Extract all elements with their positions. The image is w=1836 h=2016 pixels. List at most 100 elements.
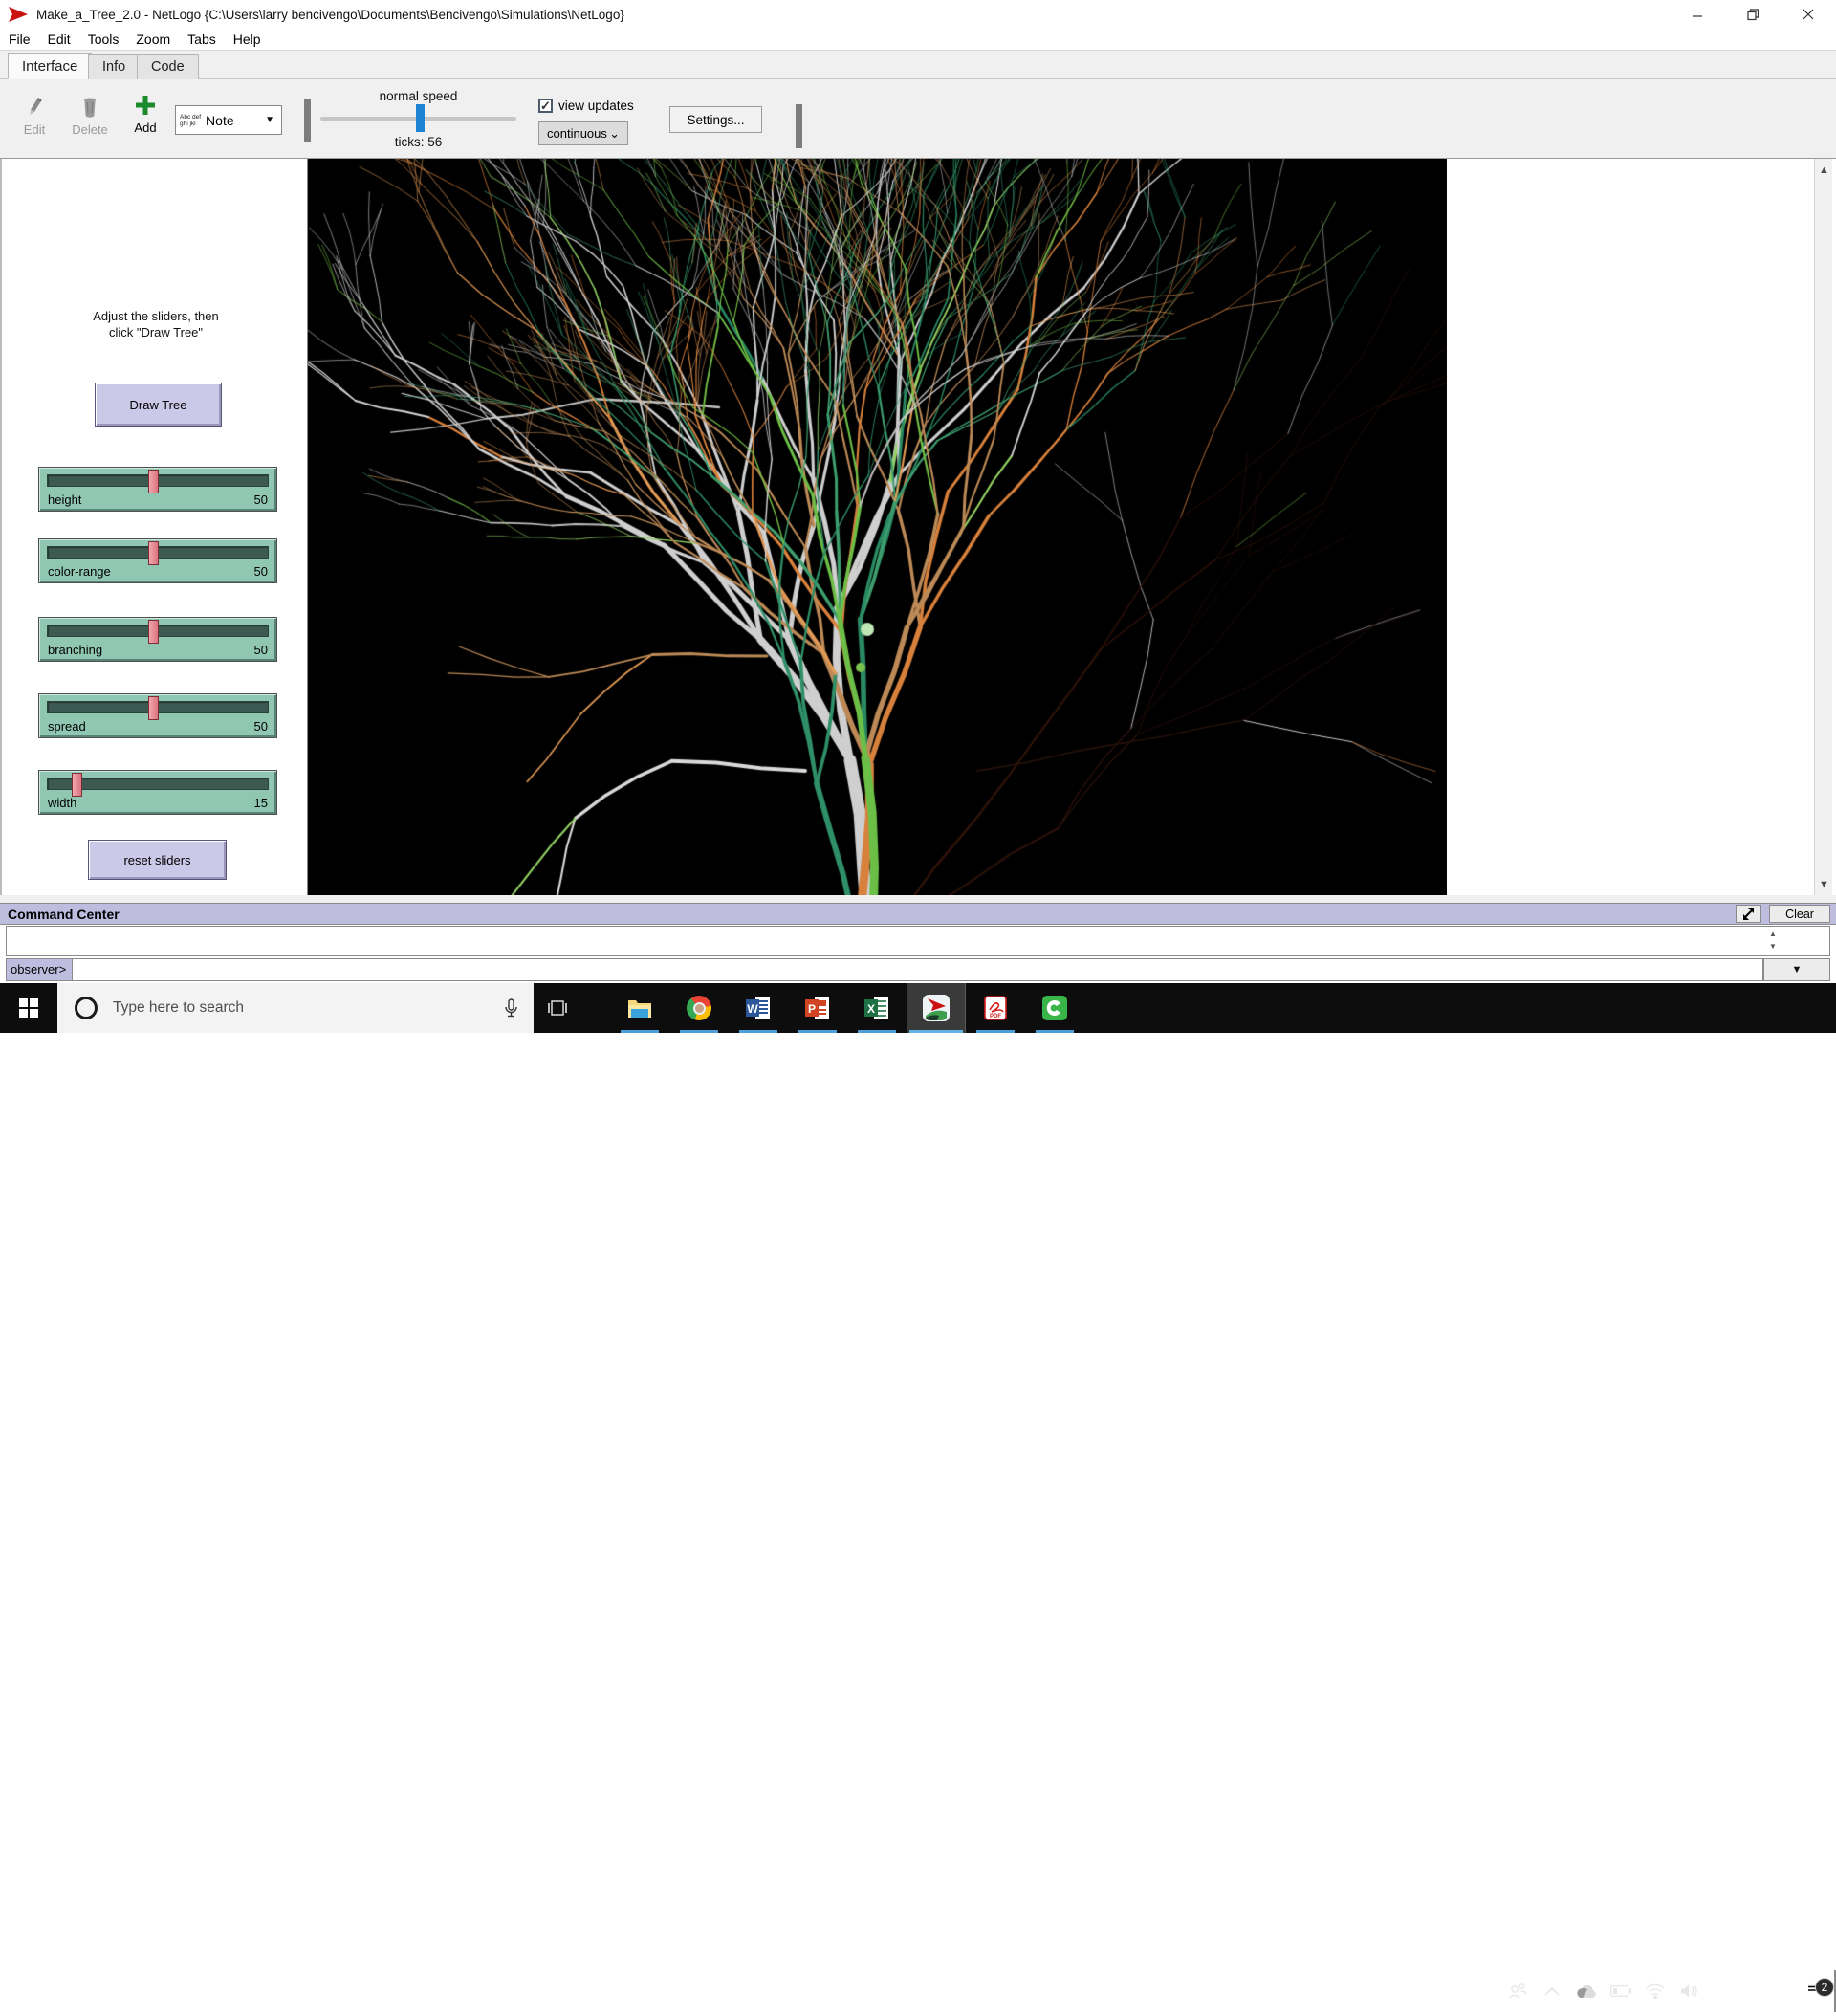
spread-slider[interactable]: spread 50 [38, 693, 277, 738]
scroll-down-icon[interactable]: ▼ [1815, 875, 1833, 893]
slider-handle[interactable] [148, 541, 159, 565]
command-center-splitter[interactable]: ▲ ▼ [0, 895, 1836, 903]
settings-button[interactable]: Settings... [669, 106, 762, 133]
width-slider[interactable]: width15 [38, 770, 277, 815]
taskbar-app-excel[interactable]: X [847, 983, 907, 1033]
slider-handle[interactable] [148, 696, 159, 720]
diagonal-arrows-icon [1742, 908, 1755, 920]
taskbar-search-input[interactable]: Type here to search [57, 983, 534, 1033]
command-history-dropdown[interactable]: ▼ [1763, 958, 1830, 981]
height-slider[interactable]: height 50 [38, 467, 277, 512]
taskbar-app-word[interactable]: W [729, 983, 788, 1033]
powerpoint-icon: P [805, 997, 830, 1019]
slider-groove[interactable] [47, 474, 269, 487]
people-icon[interactable] [1500, 1983, 1535, 2000]
microphone-icon[interactable] [504, 998, 518, 1019]
clear-button[interactable]: Clear [1769, 905, 1830, 923]
restore-button[interactable] [1725, 0, 1781, 29]
instruction-note: Adjust the sliders, then click "Draw Tre… [2, 308, 310, 340]
start-button[interactable] [0, 983, 57, 1033]
minimize-button[interactable] [1670, 0, 1725, 29]
menu-edit[interactable]: Edit [39, 30, 79, 49]
vertical-scrollbar[interactable]: ▲ ▼ [1814, 159, 1832, 895]
slider-groove[interactable] [47, 778, 269, 790]
color-range-slider[interactable]: color-range 50 [38, 538, 277, 583]
widget-panel: Adjust the sliders, then click "Draw Tre… [0, 159, 308, 895]
slider-groove[interactable] [47, 625, 269, 637]
command-output-area[interactable] [6, 926, 1830, 956]
edit-label: Edit [24, 122, 45, 137]
slider-value: 50 [254, 719, 268, 734]
tab-interface[interactable]: Interface [8, 53, 92, 79]
world-view-canvas[interactable] [308, 159, 1447, 895]
slider-name: color-range [48, 564, 111, 579]
menu-zoom[interactable]: Zoom [127, 30, 179, 49]
chevron-up-icon[interactable] [1535, 1987, 1569, 1996]
action-center-button[interactable]: 2 [1792, 1982, 1836, 2001]
task-view-button[interactable] [534, 983, 581, 1033]
widget-type-value: Note [206, 113, 265, 128]
slider-handle[interactable] [72, 773, 82, 797]
menu-help[interactable]: Help [225, 30, 270, 49]
slider-handle[interactable] [148, 470, 159, 493]
add-widget-button[interactable]: Add [119, 95, 172, 135]
expand-command-center-button[interactable] [1736, 905, 1761, 923]
taskbar-clock[interactable]: 3:26 PM 3/31/2020 [1720, 1973, 1782, 2009]
speed-slider[interactable] [320, 117, 516, 121]
windows-taskbar: Type here to search [0, 983, 1836, 1033]
scroll-down-icon[interactable]: ▼ [1769, 940, 1777, 953]
taskbar-app-acrobat[interactable]: PDF [966, 983, 1025, 1033]
wifi-icon[interactable] [1638, 1983, 1672, 1999]
output-scrollbar[interactable]: ▲ ▼ [1765, 928, 1781, 954]
onedrive-icon[interactable] [1569, 1984, 1604, 1999]
interface-workspace: Adjust the sliders, then click "Draw Tre… [0, 159, 1836, 895]
date: 3/31/2020 [1720, 1991, 1782, 2009]
taskbar-app-camtasia[interactable] [1025, 983, 1084, 1033]
slider-groove[interactable] [47, 701, 269, 713]
battery-icon[interactable] [1604, 1985, 1638, 1997]
delete-widget-button[interactable]: Delete [63, 97, 117, 137]
svg-text:PDF: PDF [990, 1014, 1001, 1019]
command-input-row: observer> ▼ [6, 958, 1830, 981]
tab-strip: Interface Info Code [0, 51, 1836, 79]
taskbar-app-chrome[interactable] [669, 983, 729, 1033]
ticks-counter: ticks: 56 [320, 135, 516, 149]
slider-name: spread [48, 719, 86, 734]
volume-icon[interactable] [1672, 1983, 1707, 1999]
menu-tools[interactable]: Tools [79, 30, 128, 49]
draw-tree-button[interactable]: Draw Tree [95, 383, 222, 427]
slider-value: 50 [254, 493, 268, 507]
taskbar-app-file-explorer[interactable] [610, 983, 669, 1033]
slider-value: 50 [254, 564, 268, 579]
menu-tabs[interactable]: Tabs [179, 30, 225, 49]
update-mode-value: continuous [547, 126, 607, 141]
tab-info[interactable]: Info [88, 54, 140, 79]
delete-label: Delete [72, 122, 108, 137]
taskbar-app-powerpoint[interactable]: P [788, 983, 847, 1033]
close-button[interactable] [1781, 0, 1836, 29]
scroll-up-icon[interactable]: ▲ [1769, 928, 1777, 940]
file-explorer-icon [627, 997, 652, 1019]
plus-icon [135, 95, 156, 116]
speed-slider-handle[interactable] [416, 104, 425, 132]
title-bar: Make_a_Tree_2.0 - NetLogo {C:\Users\larr… [0, 0, 1836, 29]
command-input[interactable] [73, 958, 1763, 981]
acrobat-pdf-icon: PDF [984, 996, 1007, 1020]
slider-name: height [48, 493, 81, 507]
update-mode-select[interactable]: continuous ⌄ [538, 121, 628, 145]
reset-sliders-button[interactable]: reset sliders [88, 840, 227, 880]
system-tray: 3:26 PM 3/31/2020 2 [1500, 1966, 1836, 2016]
slider-groove[interactable] [47, 546, 269, 559]
branching-slider[interactable]: branching50 [38, 617, 277, 662]
taskbar-app-netlogo[interactable] [907, 983, 966, 1033]
slider-handle[interactable] [148, 620, 159, 644]
scroll-up-icon[interactable]: ▲ [1815, 161, 1833, 179]
menu-file[interactable]: File [0, 30, 39, 49]
widget-type-select[interactable]: Abc defghi jkl Note ▼ [175, 105, 282, 135]
edit-widget-button[interactable]: Edit [8, 97, 61, 137]
window-title: Make_a_Tree_2.0 - NetLogo {C:\Users\larr… [36, 8, 624, 22]
view-updates-checkbox[interactable]: ✓ view updates [538, 99, 634, 113]
tab-code[interactable]: Code [137, 54, 199, 79]
menu-bar: File Edit Tools Zoom Tabs Help [0, 29, 1836, 51]
checkbox-checked-icon: ✓ [538, 99, 553, 113]
